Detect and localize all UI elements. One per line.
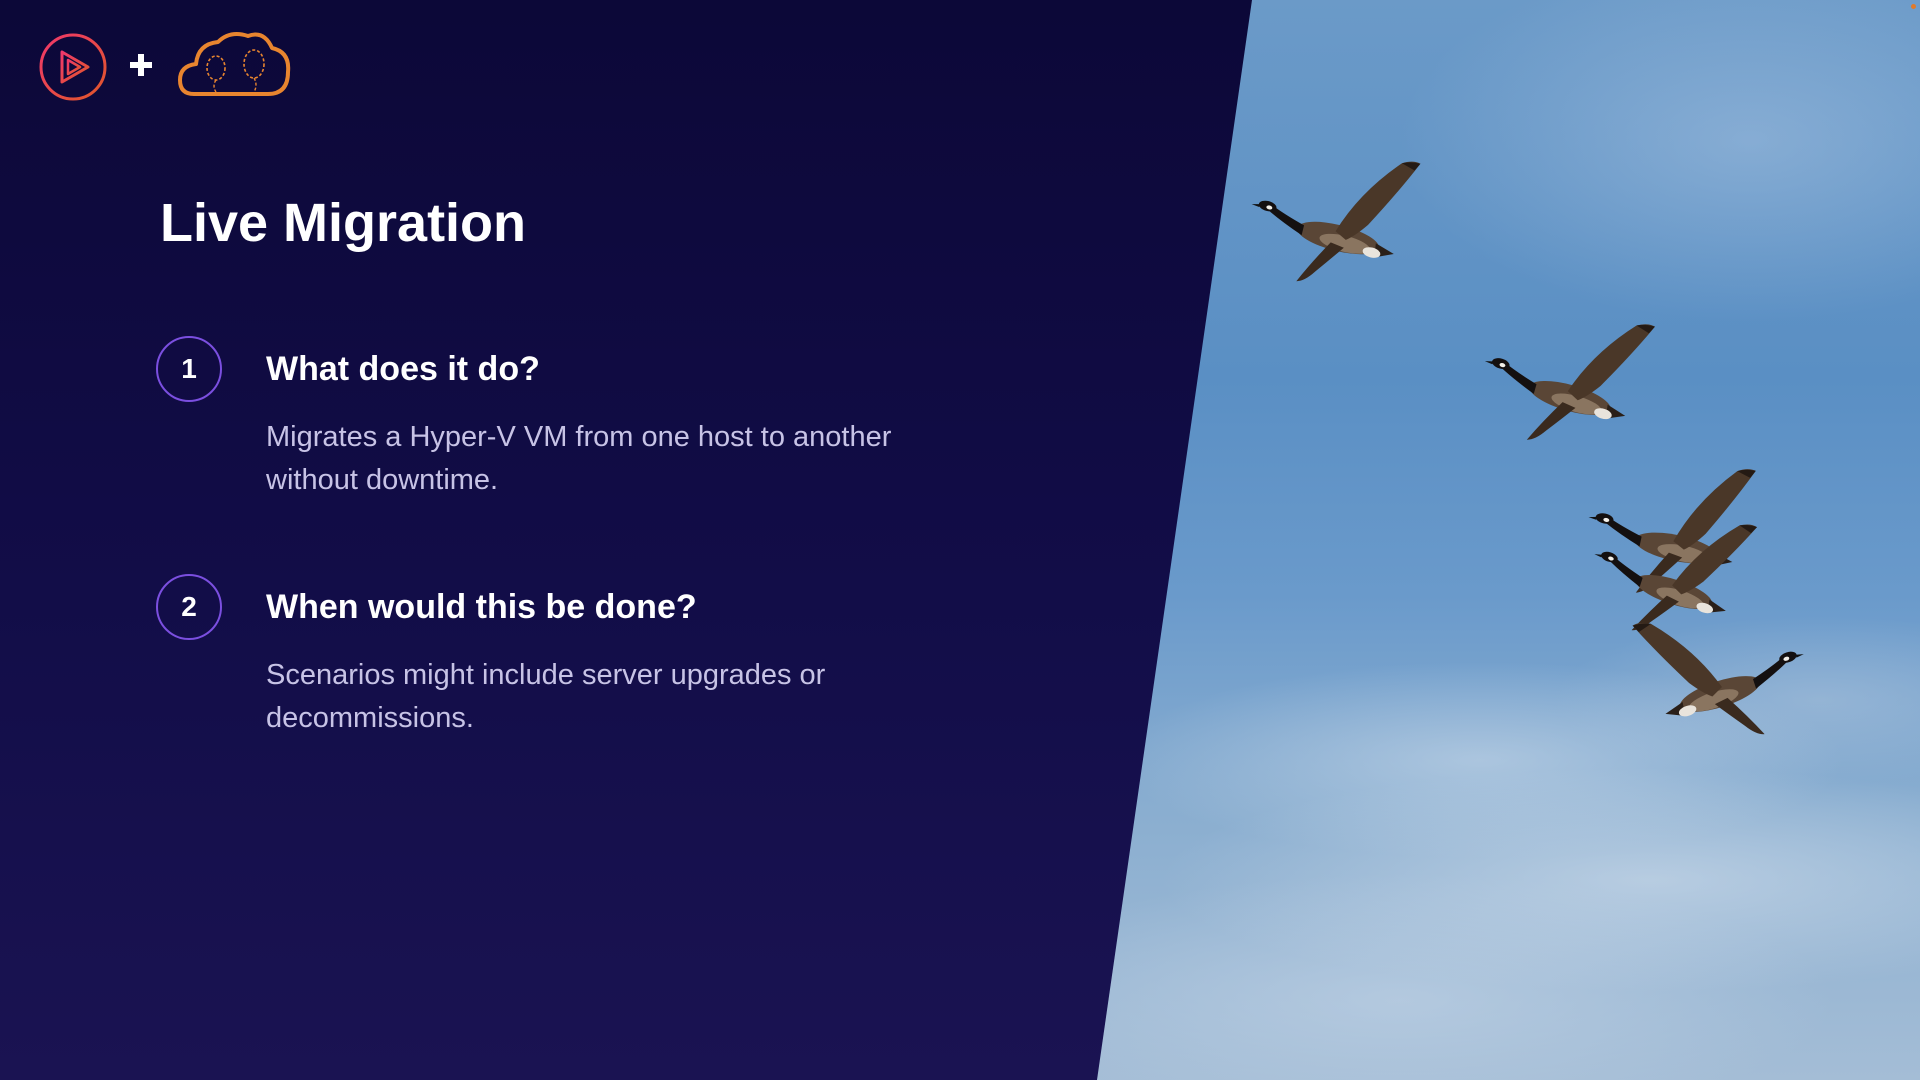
item-description: Migrates a Hyper-V VM from one host to a… [266, 421, 892, 496]
item-heading: What does it do? [266, 350, 540, 388]
number-badge: 1 [156, 336, 222, 402]
item-heading: When would this be done? [266, 588, 697, 626]
corner-marker [1911, 4, 1916, 9]
geese-flock-image [1236, 125, 1824, 763]
number-badge: 2 [156, 574, 222, 640]
plus-icon [130, 54, 152, 76]
slide-title: Live Migration [160, 193, 527, 253]
cloud-balloons-icon [178, 32, 291, 96]
play-icon [39, 33, 107, 101]
slide: Live Migration 1 What does it do? Migrat… [0, 0, 1920, 1080]
item-description: Scenarios might include server upgrades … [266, 659, 826, 734]
